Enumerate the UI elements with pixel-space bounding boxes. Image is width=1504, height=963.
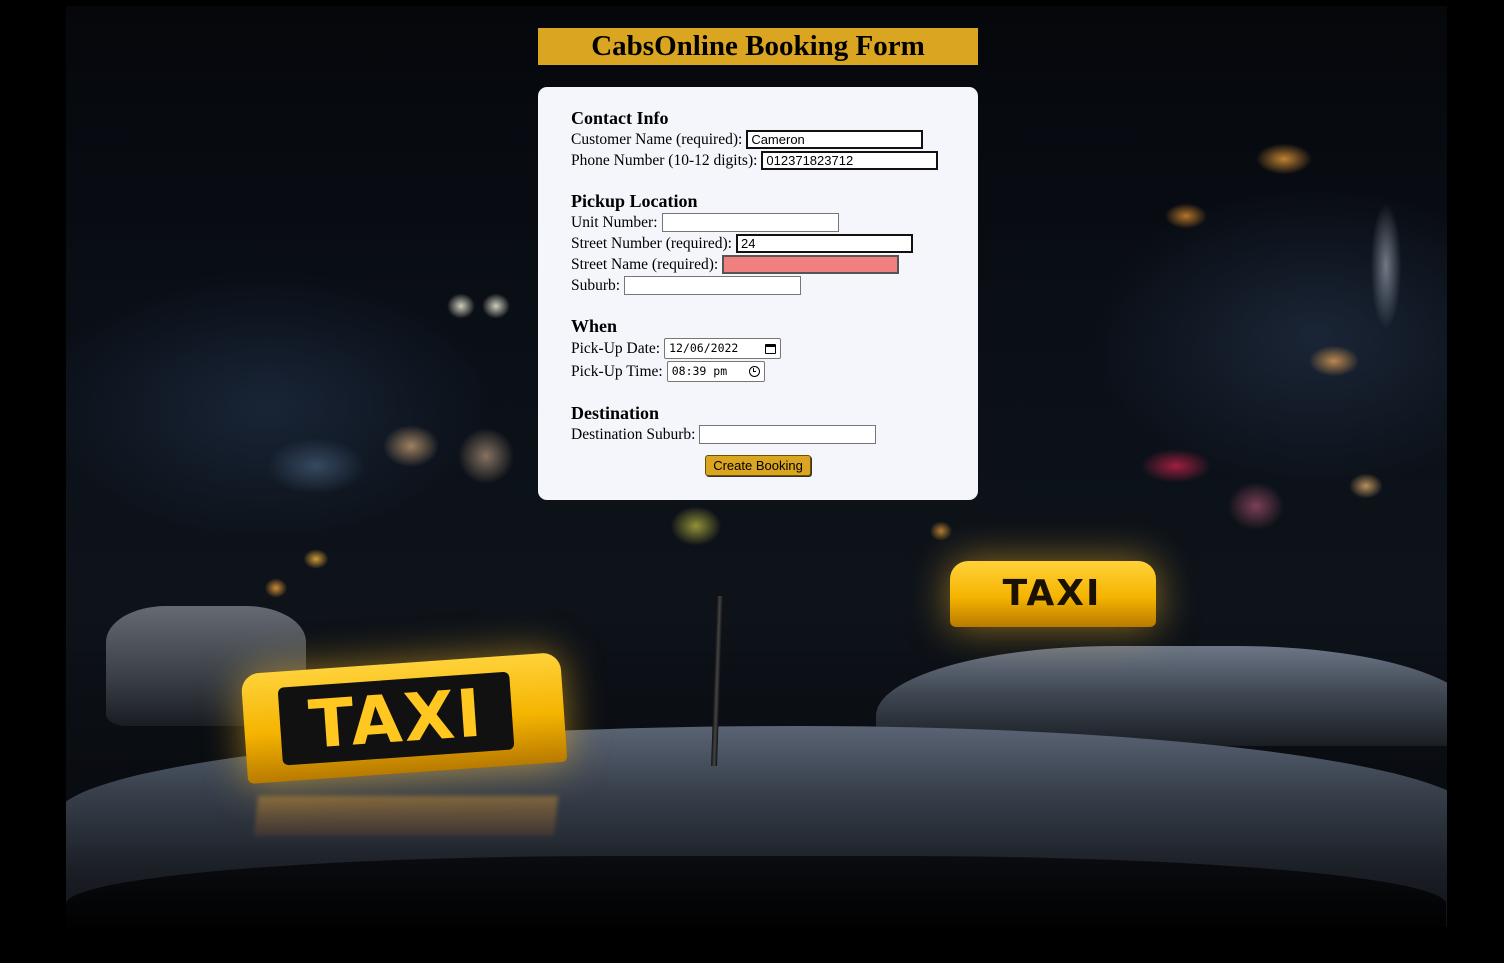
taxi-sign-small-text: TAXI bbox=[1002, 572, 1102, 614]
pickup-time-input[interactable]: 08:39 pm bbox=[666, 361, 765, 382]
suburb-row: Suburb: bbox=[571, 275, 978, 296]
pickup-heading: Pickup Location bbox=[571, 191, 698, 211]
page-title: CabsOnline Booking Form bbox=[538, 28, 978, 65]
customer-name-input[interactable] bbox=[746, 130, 924, 149]
pickup-time-label: Pick-Up Time: bbox=[571, 363, 663, 380]
suburb-label: Suburb: bbox=[571, 277, 621, 294]
sign-reflection bbox=[253, 796, 559, 836]
unit-number-label: Unit Number: bbox=[571, 214, 658, 231]
pickup-time-row: Pick-Up Time: 08:39 pm bbox=[571, 360, 978, 383]
street-number-row: Street Number (required): bbox=[571, 233, 978, 254]
when-section: When Pick-Up Date: 12/06/2022 Pick-Up Ti… bbox=[571, 315, 978, 383]
destination-section: Destination Destination Suburb: bbox=[571, 402, 978, 445]
pickup-date-label: Pick-Up Date: bbox=[571, 340, 661, 357]
submit-area: Create Booking bbox=[571, 455, 945, 476]
contact-heading: Contact Info bbox=[571, 108, 669, 128]
phone-label: Phone Number (10-12 digits): bbox=[571, 152, 758, 169]
create-booking-button[interactable]: Create Booking bbox=[705, 455, 811, 476]
unit-number-input[interactable] bbox=[661, 213, 839, 232]
contact-section: Contact Info Customer Name (required): P… bbox=[571, 107, 978, 171]
customer-name-label: Customer Name (required): bbox=[571, 131, 743, 148]
phone-row: Phone Number (10-12 digits): bbox=[571, 150, 978, 171]
suburb-input[interactable] bbox=[624, 276, 802, 295]
destination-suburb-row: Destination Suburb: bbox=[571, 424, 978, 445]
phone-input[interactable] bbox=[761, 151, 939, 170]
customer-name-row: Customer Name (required): bbox=[571, 129, 978, 150]
pickup-date-value: 12/06/2022 bbox=[669, 341, 739, 355]
calendar-icon[interactable] bbox=[765, 343, 777, 354]
destination-suburb-input[interactable] bbox=[699, 425, 877, 444]
destination-heading: Destination bbox=[571, 403, 660, 423]
clock-icon[interactable] bbox=[748, 366, 760, 377]
street-name-row: Street Name (required): bbox=[571, 254, 978, 275]
unit-number-row: Unit Number: bbox=[571, 212, 978, 233]
street-name-label: Street Name (required): bbox=[571, 256, 719, 273]
pickup-date-row: Pick-Up Date: 12/06/2022 bbox=[571, 337, 978, 360]
foreground-car-window bbox=[66, 856, 1446, 927]
when-heading: When bbox=[571, 316, 618, 336]
pickup-date-input[interactable]: 12/06/2022 bbox=[664, 338, 782, 359]
street-name-input[interactable] bbox=[722, 255, 900, 274]
taxi-sign-large-text: TAXI bbox=[277, 671, 515, 766]
pickup-time-value: 08:39 pm bbox=[671, 364, 728, 378]
pickup-section: Pickup Location Unit Number: Street Numb… bbox=[571, 190, 978, 296]
street-number-label: Street Number (required): bbox=[571, 235, 732, 252]
taxi-sign-large: TAXI bbox=[240, 651, 568, 785]
destination-suburb-label: Destination Suburb: bbox=[571, 426, 696, 443]
taxi-sign-small: TAXI bbox=[950, 561, 1156, 627]
booking-form: Contact Info Customer Name (required): P… bbox=[538, 87, 978, 500]
street-number-input[interactable] bbox=[735, 234, 913, 253]
